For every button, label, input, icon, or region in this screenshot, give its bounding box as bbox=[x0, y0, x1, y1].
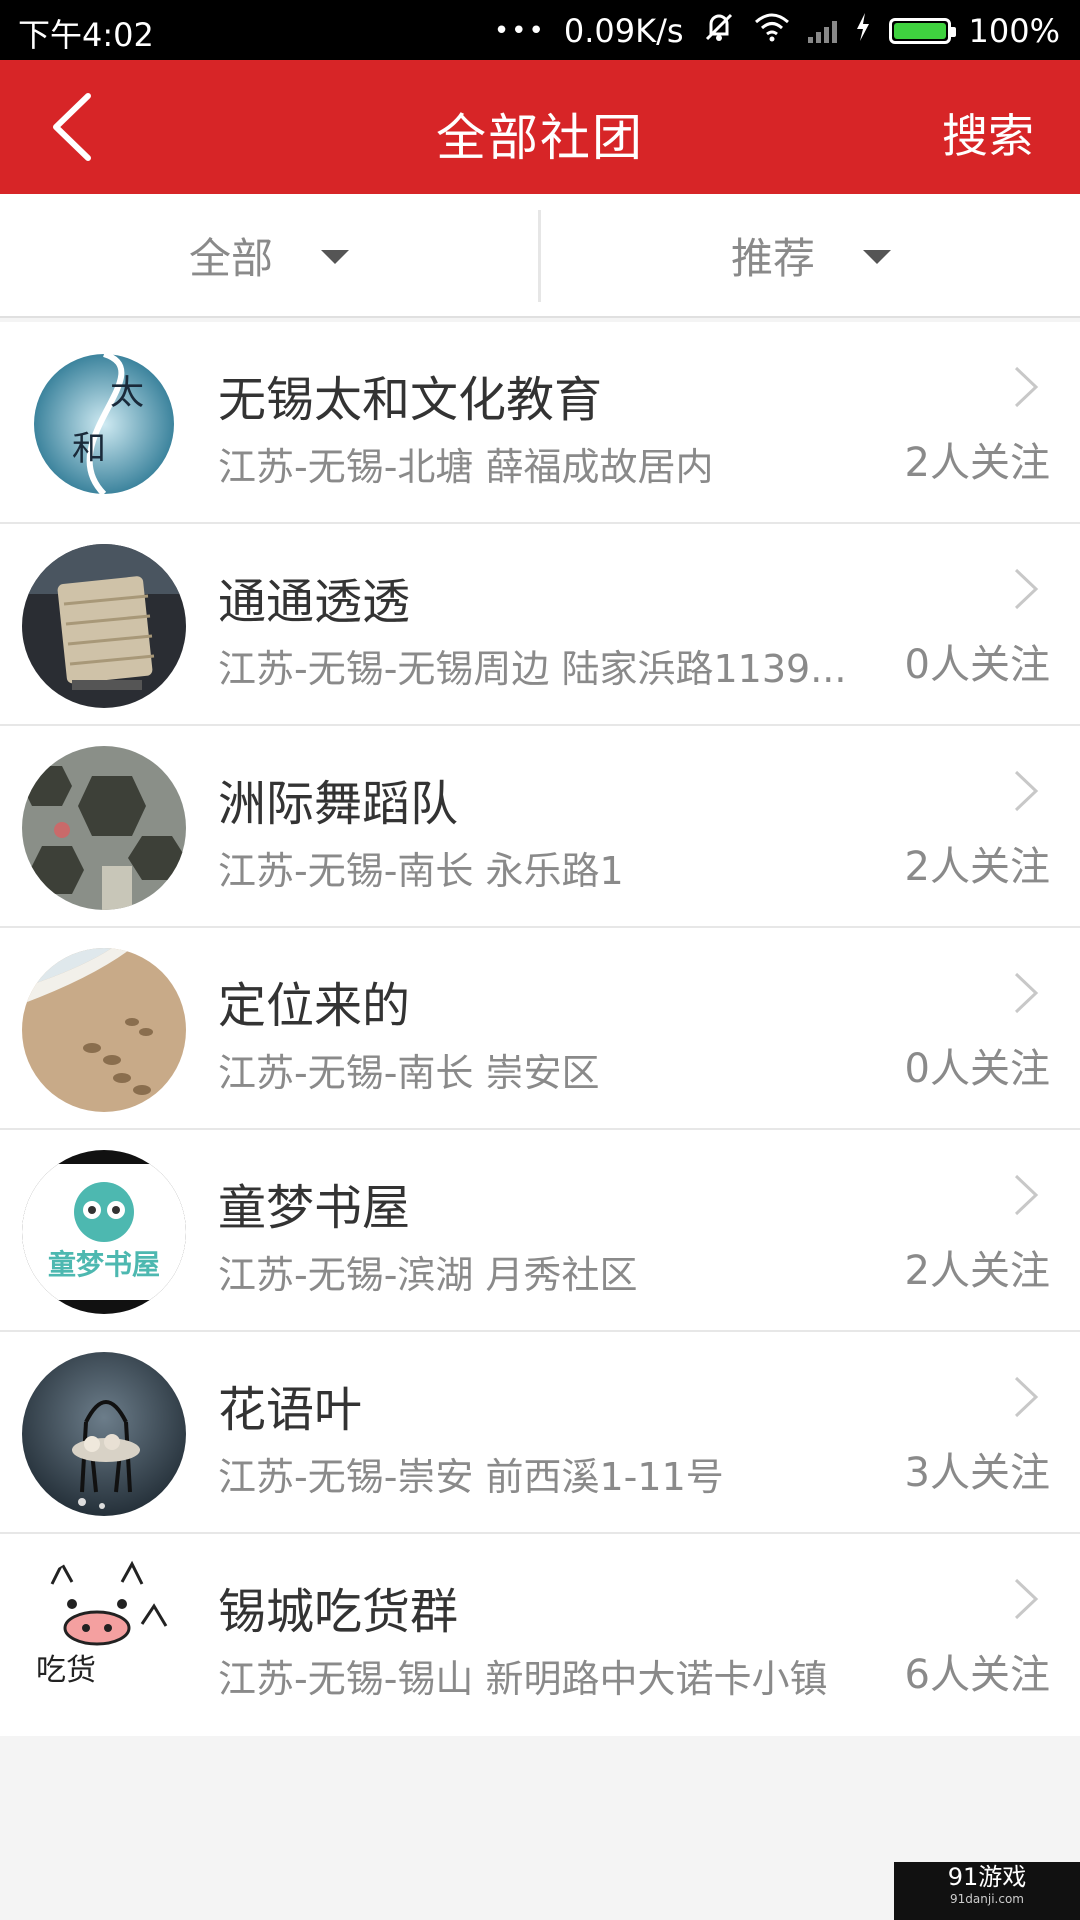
chevron-right-icon bbox=[1014, 972, 1039, 1014]
avatar-text: 童梦书屋 bbox=[48, 1248, 160, 1281]
club-address: 江苏-无锡-崇安 前西溪1-11号 bbox=[218, 1455, 724, 1499]
chevron-right-icon bbox=[1014, 1578, 1039, 1620]
club-name: 洲际舞蹈队 bbox=[218, 776, 459, 832]
page-title: 全部社团 bbox=[436, 109, 644, 167]
club-avatar: 吃货 bbox=[22, 1554, 186, 1718]
filter-bar: 全部 推荐 bbox=[0, 194, 1080, 318]
battery-percent: 100% bbox=[968, 12, 1060, 50]
category-filter[interactable]: 全部 bbox=[0, 194, 538, 316]
avatar-text: 和 bbox=[72, 429, 106, 469]
club-avatar: 童梦书屋 bbox=[22, 1150, 186, 1314]
club-list-item[interactable]: 定位来的 江苏-无锡-南长 崇安区 0人关注 bbox=[0, 928, 1080, 1130]
mute-icon bbox=[702, 10, 736, 52]
club-address: 江苏-无锡-南长 永乐路1 bbox=[218, 849, 624, 893]
chevron-right-icon bbox=[1014, 770, 1039, 812]
club-avatar: 太 和 bbox=[22, 342, 186, 506]
club-name: 童梦书屋 bbox=[218, 1180, 411, 1236]
filter-divider bbox=[538, 210, 541, 302]
status-dots: ••• bbox=[493, 16, 546, 46]
club-list: 太 和 无锡太和文化教育 江苏-无锡-北塘 薛福成故居内 2人关注 通通透透 江… bbox=[0, 322, 1080, 1736]
club-address: 江苏-无锡-滨湖 月秀社区 bbox=[218, 1253, 638, 1297]
app-header: 全部社团 搜索 bbox=[0, 60, 1080, 194]
club-name: 通通透透 bbox=[218, 574, 411, 630]
avatar-text: 太 bbox=[110, 373, 144, 413]
club-name: 花语叶 bbox=[218, 1382, 363, 1438]
club-list-item[interactable]: 童梦书屋 童梦书屋 江苏-无锡-滨湖 月秀社区 2人关注 bbox=[0, 1130, 1080, 1332]
club-name: 定位来的 bbox=[218, 978, 411, 1034]
watermark-site: 91danji.com bbox=[950, 1892, 1024, 1906]
club-address: 江苏-无锡-锡山 新明路中大诺卡小镇 bbox=[218, 1657, 828, 1701]
caret-down-icon bbox=[321, 250, 349, 264]
follower-count: 0人关注 bbox=[904, 642, 1050, 688]
chevron-right-icon bbox=[1014, 568, 1039, 610]
search-button[interactable]: 搜索 bbox=[942, 100, 1034, 166]
club-list-item[interactable]: 吃货 锡城吃货群 江苏-无锡-锡山 新明路中大诺卡小镇 6人关注 bbox=[0, 1534, 1080, 1736]
category-filter-label: 全部 bbox=[188, 233, 273, 283]
follower-count: 2人关注 bbox=[904, 844, 1050, 890]
avatar-text: 吃货 bbox=[36, 1653, 96, 1688]
club-list-item[interactable]: 通通透透 江苏-无锡-无锡周边 陆家浜路1139... 0人关注 bbox=[0, 524, 1080, 726]
club-name: 锡城吃货群 bbox=[218, 1584, 459, 1640]
signal-icon bbox=[807, 19, 837, 43]
club-list-item[interactable]: 花语叶 江苏-无锡-崇安 前西溪1-11号 3人关注 bbox=[0, 1332, 1080, 1534]
club-name: 无锡太和文化教育 bbox=[218, 372, 603, 428]
chevron-right-icon bbox=[1014, 366, 1039, 408]
club-avatar bbox=[22, 544, 186, 708]
club-address: 江苏-无锡-无锡周边 陆家浜路1139... bbox=[218, 647, 847, 691]
status-icons: ••• 0.09K/s 100% bbox=[494, 10, 1060, 52]
charging-icon bbox=[855, 12, 871, 50]
chevron-right-icon bbox=[1014, 1174, 1039, 1216]
club-avatar bbox=[22, 746, 186, 910]
follower-count: 3人关注 bbox=[904, 1450, 1050, 1496]
status-time: 下午4:02 bbox=[18, 16, 154, 54]
club-list-item[interactable]: 洲际舞蹈队 江苏-无锡-南长 永乐路1 2人关注 bbox=[0, 726, 1080, 928]
caret-down-icon bbox=[863, 250, 891, 264]
follower-count: 2人关注 bbox=[904, 440, 1050, 486]
sort-filter-label: 推荐 bbox=[730, 233, 815, 283]
club-address: 江苏-无锡-南长 崇安区 bbox=[218, 1051, 600, 1095]
club-avatar bbox=[22, 948, 186, 1112]
follower-count: 6人关注 bbox=[904, 1652, 1050, 1698]
watermark-brand: 91游戏 bbox=[947, 1863, 1027, 1891]
club-list-item[interactable]: 太 和 无锡太和文化教育 江苏-无锡-北塘 薛福成故居内 2人关注 bbox=[0, 322, 1080, 524]
club-address: 江苏-无锡-北塘 薛福成故居内 bbox=[218, 445, 714, 489]
wifi-icon bbox=[754, 12, 790, 50]
follower-count: 0人关注 bbox=[904, 1046, 1050, 1092]
watermark-logo: 91游戏 91danji.com bbox=[894, 1862, 1080, 1920]
status-bar: 下午4:02 ••• 0.09K/s 100% bbox=[0, 0, 1080, 60]
chevron-right-icon bbox=[1014, 1376, 1039, 1418]
network-speed: 0.09K/s bbox=[563, 12, 684, 50]
club-avatar bbox=[22, 1352, 186, 1516]
battery-icon bbox=[888, 18, 956, 44]
sort-filter[interactable]: 推荐 bbox=[542, 194, 1080, 316]
follower-count: 2人关注 bbox=[904, 1248, 1050, 1294]
